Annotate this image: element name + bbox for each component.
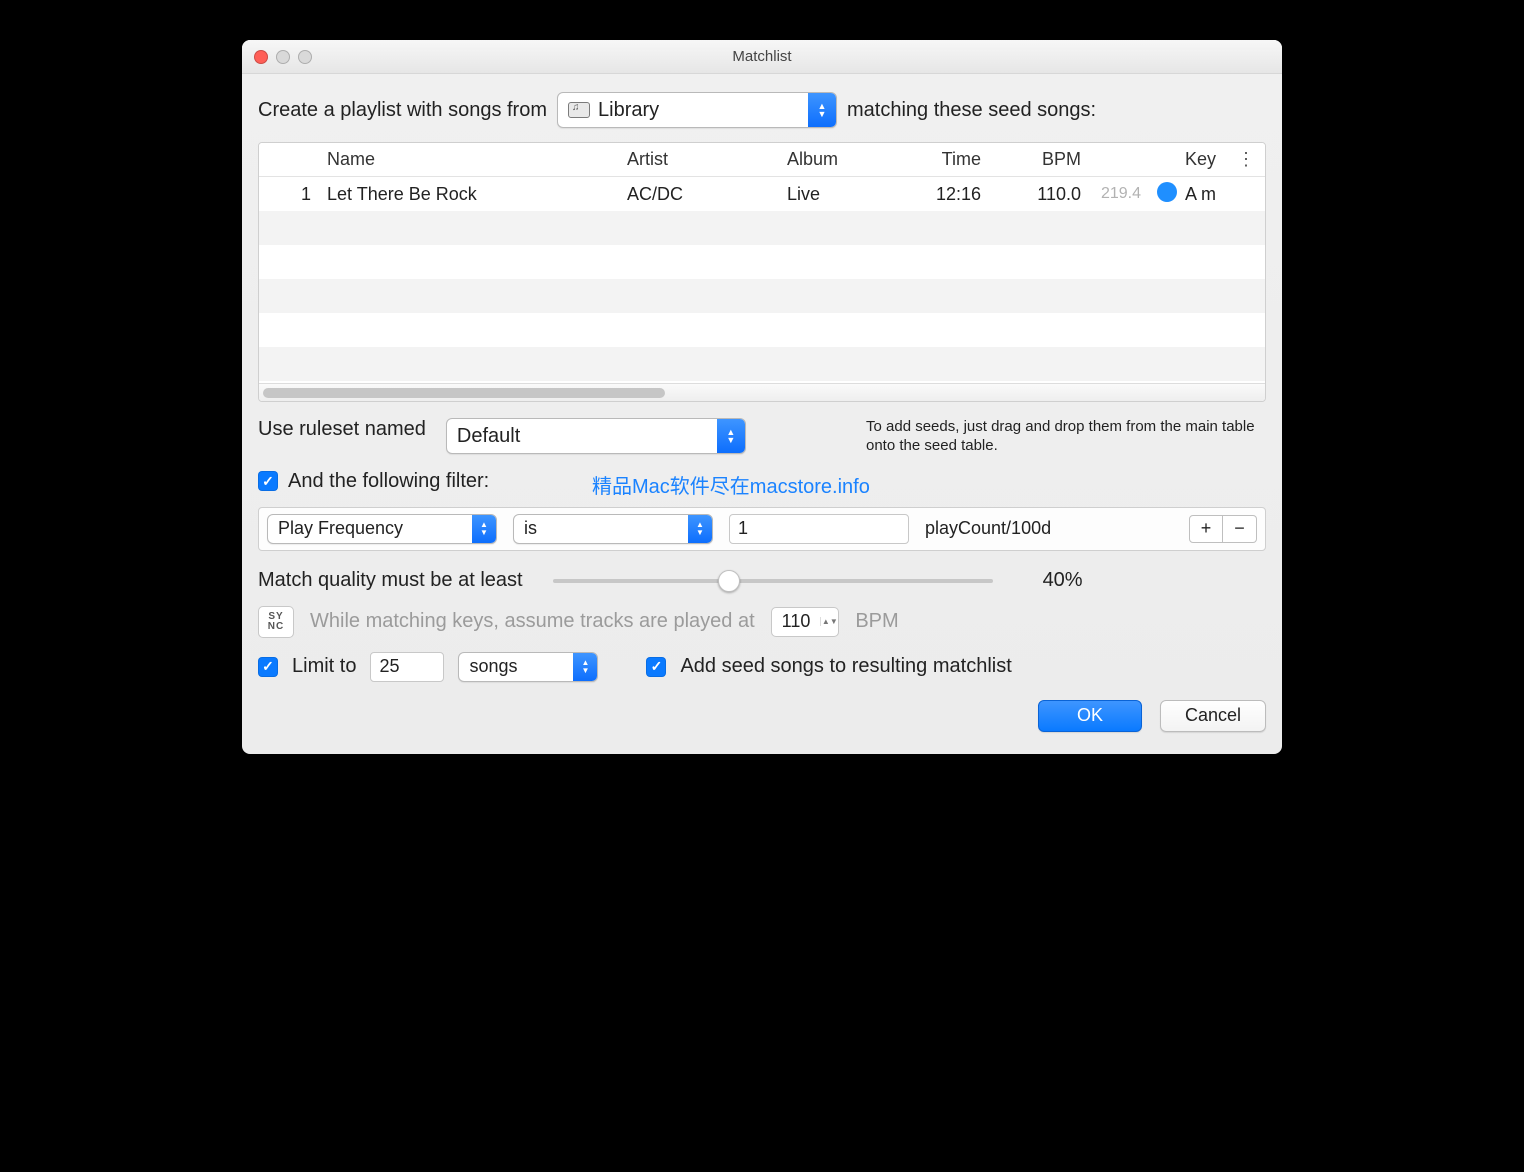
- col-menu[interactable]: ⋮: [1227, 149, 1265, 170]
- limit-label: Limit to: [292, 655, 356, 678]
- bpm-unit: BPM: [855, 610, 898, 633]
- slider-thumb[interactable]: [718, 570, 740, 592]
- matchlist-window: Matchlist Create a playlist with songs f…: [242, 40, 1282, 754]
- add-seed-checkbox[interactable]: ✓: [646, 657, 666, 677]
- col-key[interactable]: Key: [1177, 149, 1227, 170]
- stepper-arrows-icon[interactable]: ▲▼: [820, 617, 838, 626]
- seed-hint: To add seeds, just drag and drop them fr…: [866, 418, 1266, 456]
- dialog-footer: OK Cancel: [258, 700, 1266, 732]
- filter-toggle-label: And the following filter:: [288, 470, 489, 493]
- bpm-stepper[interactable]: 110 ▲▼: [771, 607, 840, 637]
- chevron-updown-icon: ▲▼: [688, 515, 712, 543]
- add-seed-label: Add seed songs to resulting matchlist: [680, 655, 1011, 678]
- library-folder-icon: [568, 102, 590, 118]
- source-dropdown[interactable]: Library ▲▼: [557, 92, 837, 128]
- limit-unit-dropdown[interactable]: songs ▲▼: [458, 652, 598, 682]
- bpm-value: 110: [772, 611, 821, 632]
- cell-index: 1: [259, 184, 319, 205]
- filter-value: 1: [738, 518, 748, 539]
- dialog-content: Create a playlist with songs from Librar…: [242, 74, 1282, 754]
- seed-table-body: 1 Let There Be Rock AC/DC Live 12:16 110…: [259, 177, 1265, 383]
- col-album[interactable]: Album: [779, 149, 899, 170]
- scrollbar-thumb[interactable]: [263, 388, 665, 398]
- limit-unit-value: songs: [469, 656, 517, 677]
- sync-icon[interactable]: SY NC: [258, 606, 294, 638]
- cell-time: 12:16: [899, 184, 989, 205]
- col-time[interactable]: Time: [899, 149, 989, 170]
- filter-value-input[interactable]: 1: [729, 514, 909, 544]
- cell-artist: AC/DC: [619, 184, 779, 205]
- filter-field-dropdown[interactable]: Play Frequency ▲▼: [267, 514, 497, 544]
- col-name[interactable]: Name: [319, 149, 619, 170]
- cell-bpm: 110.0: [989, 184, 1089, 205]
- limit-value-input[interactable]: 25: [370, 652, 444, 682]
- limit-value: 25: [379, 656, 399, 677]
- col-bpm[interactable]: BPM: [989, 149, 1089, 170]
- filter-enable-checkbox[interactable]: ✓: [258, 471, 278, 491]
- cell-bpm-alt: 219.4: [1089, 185, 1149, 203]
- ruleset-dropdown[interactable]: Default ▲▼: [446, 418, 746, 454]
- seed-table-header: Name Artist Album Time BPM Key ⋮: [259, 143, 1265, 177]
- slider-track: [553, 579, 993, 583]
- quality-slider[interactable]: [553, 570, 993, 590]
- filter-op-value: is: [524, 518, 537, 539]
- col-artist[interactable]: Artist: [619, 149, 779, 170]
- ruleset-value: Default: [457, 425, 520, 448]
- filter-op-dropdown[interactable]: is ▲▼: [513, 514, 713, 544]
- chevron-updown-icon: ▲▼: [717, 419, 745, 453]
- quality-label: Match quality must be at least: [258, 569, 523, 592]
- key-color-icon: [1157, 182, 1177, 202]
- table-row[interactable]: 1 Let There Be Rock AC/DC Live 12:16 110…: [259, 177, 1265, 211]
- quality-value: 40%: [1023, 569, 1103, 592]
- cell-name: Let There Be Rock: [319, 184, 619, 205]
- chevron-updown-icon: ▲▼: [573, 653, 597, 681]
- titlebar: Matchlist: [242, 40, 1282, 74]
- filter-unit: playCount/100d: [925, 518, 1051, 539]
- seed-table: Name Artist Album Time BPM Key ⋮ 1 Let T…: [258, 142, 1266, 402]
- chevron-updown-icon: ▲▼: [472, 515, 496, 543]
- sync-label: While matching keys, assume tracks are p…: [310, 610, 755, 633]
- cell-key: A m: [1177, 184, 1227, 205]
- filter-remove-button[interactable]: −: [1223, 515, 1257, 543]
- filter-field-value: Play Frequency: [278, 518, 403, 539]
- ok-button[interactable]: OK: [1038, 700, 1142, 732]
- window-title: Matchlist: [242, 48, 1282, 65]
- chevron-updown-icon: ▲▼: [808, 93, 836, 127]
- cell-album: Live: [779, 184, 899, 205]
- horizontal-scrollbar[interactable]: [259, 383, 1265, 401]
- source-suffix: matching these seed songs:: [847, 99, 1096, 122]
- limit-checkbox[interactable]: ✓: [258, 657, 278, 677]
- source-value: Library: [598, 99, 659, 122]
- filter-panel: Play Frequency ▲▼ is ▲▼ 1 playCount/100d…: [258, 507, 1266, 551]
- cancel-button[interactable]: Cancel: [1160, 700, 1266, 732]
- source-prefix: Create a playlist with songs from: [258, 99, 547, 122]
- filter-add-button[interactable]: +: [1189, 515, 1223, 543]
- ruleset-label: Use ruleset named: [258, 418, 426, 441]
- source-row: Create a playlist with songs from Librar…: [258, 92, 1266, 128]
